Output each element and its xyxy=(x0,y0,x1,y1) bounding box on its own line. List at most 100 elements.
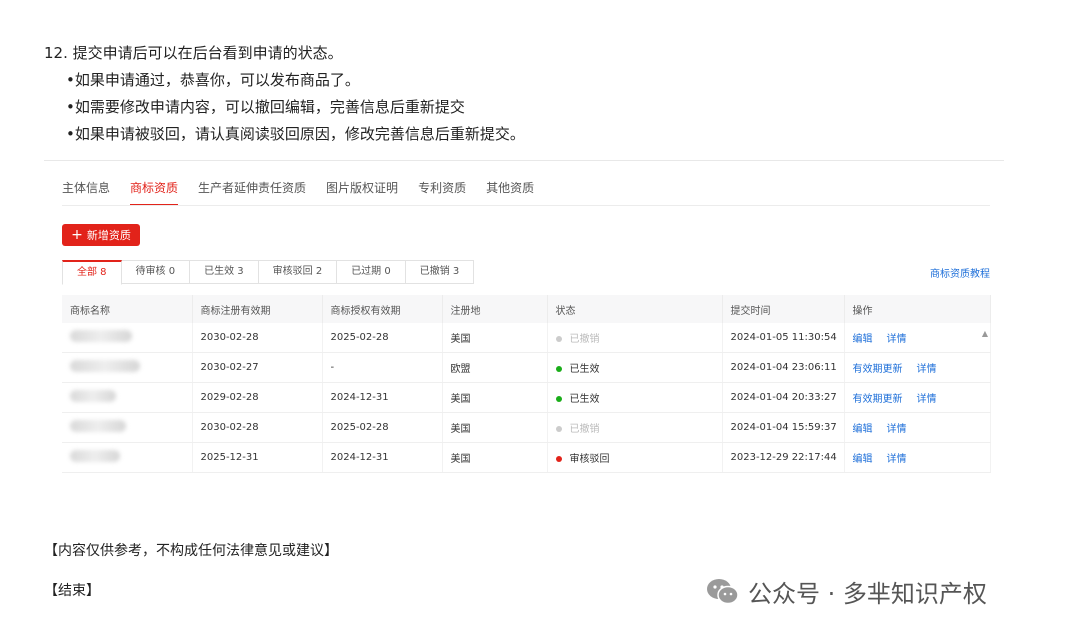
authorization-validity: 2025-02-28 xyxy=(322,412,443,443)
filter-all[interactable]: 全部 8 xyxy=(62,260,122,285)
status-text: 已撤销 xyxy=(569,424,600,435)
actions-cell: 编辑 详情 xyxy=(844,412,991,443)
submit-time: 2023-12-29 22:17:44 xyxy=(722,442,845,473)
status-dot xyxy=(555,396,562,402)
add-qualification-label: 新增资质 xyxy=(86,229,131,242)
disclaimer: 【内容仅供参考，不构成任何法律意见或建议】 xyxy=(44,543,338,559)
registration-place: 美国 xyxy=(442,442,548,473)
trademark-table: 商标名称 商标注册有效期 商标授权有效期 注册地 状态 提交时间 操作 2030… xyxy=(62,295,991,473)
tab-epr[interactable]: 生产者延伸责任资质 xyxy=(198,179,306,206)
status-cell: 已撤销 xyxy=(547,323,723,353)
trademark-guide-link[interactable]: 商标资质教程 xyxy=(930,265,990,280)
status-cell: 已生效 xyxy=(547,382,723,413)
registration-place: 美国 xyxy=(442,412,548,443)
table-row: 2030-02-27 - 欧盟 已生效 2024-01-04 23:06:11 … xyxy=(62,352,991,383)
status-dot xyxy=(555,336,562,342)
table-row: 2029-02-28 2024-12-31 美国 已生效 2024-01-04 … xyxy=(62,382,991,413)
filter-revoked[interactable]: 已撤销 3 xyxy=(405,260,475,284)
tab-patent[interactable]: 专利资质 xyxy=(418,179,466,206)
submit-time: 2024-01-04 20:33:27 xyxy=(722,382,845,413)
tab-trademark[interactable]: 商标资质 xyxy=(130,179,179,206)
account-branding: 公众号 · 多芈知识产权 xyxy=(706,574,987,609)
bullet-rejected: •如果申请被驳回，请认真阅读驳回原因，修改完善信息后重新提交。 xyxy=(66,125,525,143)
status-text: 已生效 xyxy=(569,394,600,405)
registration-place: 美国 xyxy=(442,382,548,413)
actions-cell: 编辑 详情 xyxy=(844,442,991,473)
col-registration-validity: 商标注册有效期 xyxy=(192,295,323,323)
status-dot xyxy=(555,456,562,462)
registration-validity: 2030-02-28 xyxy=(192,323,323,353)
add-qualification-button[interactable]: + 新增资质 xyxy=(62,224,140,246)
submit-time: 2024-01-04 23:06:11 xyxy=(722,352,845,383)
registration-validity: 2030-02-28 xyxy=(192,412,323,443)
account-name: 公众号 · 多芈知识产权 xyxy=(748,580,987,608)
status-text: 已生效 xyxy=(569,364,600,375)
step-heading: 12. 提交申请后可以在后台看到申请的状态。 xyxy=(44,44,343,62)
status-cell: 审核驳回 xyxy=(547,442,723,473)
table-header: 商标名称 商标注册有效期 商标授权有效期 注册地 状态 提交时间 操作 xyxy=(62,295,991,323)
trademark-name-redacted xyxy=(62,412,193,443)
trademark-name-redacted xyxy=(62,323,193,353)
bullet-approved: •如果申请通过，恭喜你，可以发布商品了。 xyxy=(66,71,360,89)
registration-place: 美国 xyxy=(442,323,548,353)
tab-image-copyright[interactable]: 图片版权证明 xyxy=(326,179,398,206)
renew-validity-link[interactable]: 有效期更新 xyxy=(853,364,903,375)
status-text: 审核驳回 xyxy=(569,454,610,465)
end-marker: 【结束】 xyxy=(44,583,100,599)
tab-entity-info[interactable]: 主体信息 xyxy=(62,179,110,206)
trademark-name-redacted xyxy=(62,352,193,383)
status-dot xyxy=(555,426,562,432)
col-registration-place: 注册地 xyxy=(442,295,548,323)
registration-place: 欧盟 xyxy=(442,352,548,383)
renew-validity-link[interactable]: 有效期更新 xyxy=(853,394,903,405)
edit-link[interactable]: 编辑 xyxy=(853,424,873,435)
authorization-validity: 2024-12-31 xyxy=(322,382,443,413)
authorization-validity: 2024-12-31 xyxy=(322,442,443,473)
col-status: 状态 xyxy=(547,295,723,323)
authorization-validity: 2025-02-28 xyxy=(322,323,443,353)
detail-link[interactable]: 详情 xyxy=(917,364,937,375)
wechat-icon xyxy=(707,578,739,604)
status-cell: 已生效 xyxy=(547,352,723,383)
col-actions: 操作 xyxy=(844,295,991,323)
plus-icon: + xyxy=(71,227,83,243)
submit-time: 2024-01-04 15:59:37 xyxy=(722,412,845,443)
filter-expired[interactable]: 已过期 0 xyxy=(337,260,406,284)
detail-link[interactable]: 详情 xyxy=(917,394,937,405)
status-cell: 已撤销 xyxy=(547,412,723,443)
submit-time: 2024-01-05 11:30:54 xyxy=(722,323,845,353)
filter-pending[interactable]: 待审核 0 xyxy=(121,260,191,284)
registration-validity: 2029-02-28 xyxy=(192,382,323,413)
table-row: 2025-12-31 2024-12-31 美国 审核驳回 2023-12-29… xyxy=(62,442,991,473)
detail-link[interactable]: 详情 xyxy=(887,454,907,465)
filter-rejected[interactable]: 审核驳回 2 xyxy=(258,260,338,284)
intro-text: 12. 提交申请后可以在后台看到申请的状态。 •如果申请通过，恭喜你，可以发布商… xyxy=(44,40,525,148)
scroll-up-icon[interactable]: ▲ xyxy=(982,329,988,338)
edit-link[interactable]: 编辑 xyxy=(853,334,873,345)
qualification-tabs: 主体信息 商标资质 生产者延伸责任资质 图片版权证明 专利资质 其他资质 xyxy=(62,179,554,206)
tabs-divider xyxy=(62,205,990,206)
detail-link[interactable]: 详情 xyxy=(887,334,907,345)
registration-validity: 2030-02-27 xyxy=(192,352,323,383)
tab-other[interactable]: 其他资质 xyxy=(486,179,534,206)
registration-validity: 2025-12-31 xyxy=(192,442,323,473)
actions-cell: 有效期更新 详情 xyxy=(844,382,991,413)
edit-link[interactable]: 编辑 xyxy=(853,454,873,465)
status-filter-tabs: 全部 8 待审核 0 已生效 3 审核驳回 2 已过期 0 已撤销 3 xyxy=(62,260,475,285)
table-row: 2030-02-28 2025-02-28 美国 已撤销 2024-01-05 … xyxy=(62,323,991,353)
bullet-modify: •如需要修改申请内容，可以撤回编辑，完善信息后重新提交 xyxy=(66,98,465,116)
col-authorization-validity: 商标授权有效期 xyxy=(322,295,443,323)
actions-cell: 有效期更新 详情 xyxy=(844,352,991,383)
table-row: 2030-02-28 2025-02-28 美国 已撤销 2024-01-04 … xyxy=(62,412,991,443)
status-dot xyxy=(555,366,562,372)
trademark-name-redacted xyxy=(62,382,193,413)
actions-cell: 编辑 详情 xyxy=(844,323,991,353)
col-submit-time: 提交时间 xyxy=(722,295,845,323)
qualification-panel: 主体信息 商标资质 生产者延伸责任资质 图片版权证明 专利资质 其他资质 + 新… xyxy=(44,160,1004,479)
filter-active[interactable]: 已生效 3 xyxy=(190,260,259,284)
trademark-name-redacted xyxy=(62,442,193,473)
authorization-validity: - xyxy=(322,352,443,383)
detail-link[interactable]: 详情 xyxy=(887,424,907,435)
status-text: 已撤销 xyxy=(569,334,600,345)
col-trademark-name: 商标名称 xyxy=(62,295,193,323)
